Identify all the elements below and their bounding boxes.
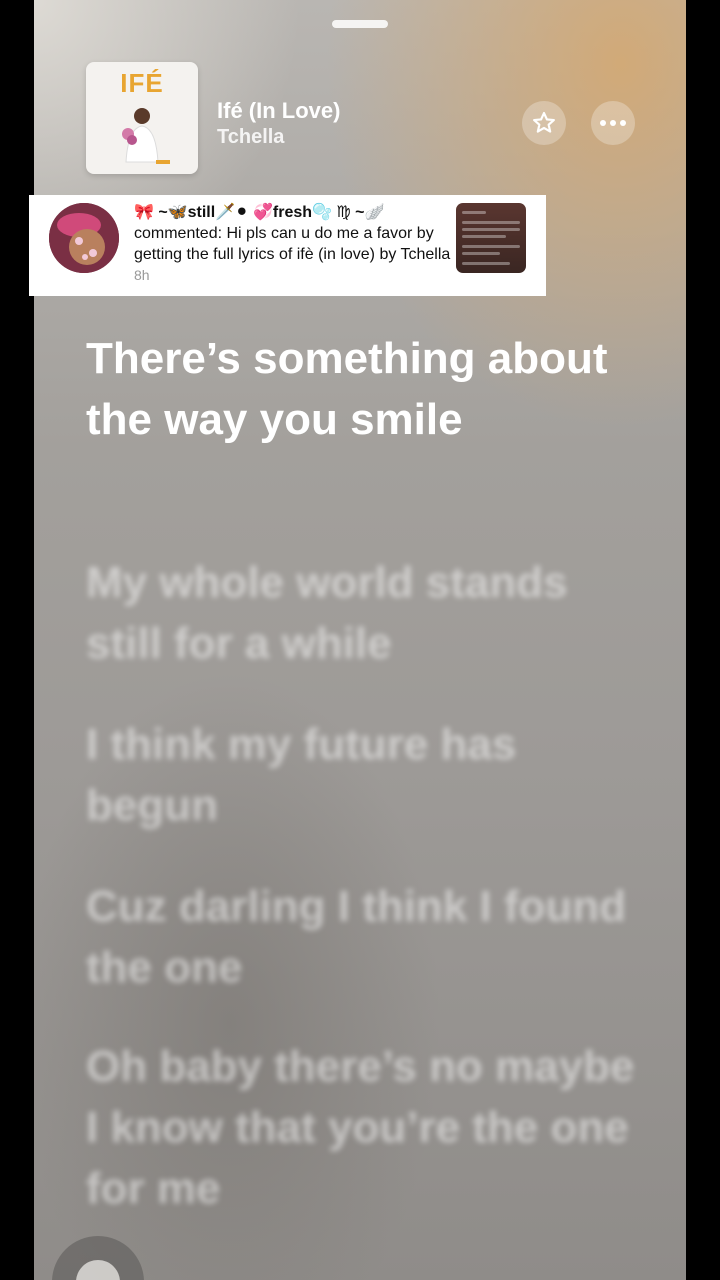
lyric-line[interactable]: I think my future has begun (86, 714, 646, 836)
ellipsis-icon (600, 120, 626, 126)
lyric-line[interactable]: Cuz darling I think I found the one (86, 876, 646, 998)
assistive-touch-button[interactable] (52, 1236, 144, 1280)
comment-text: 🎀 ~🦋still🗡️⚫ 💞fresh🫧 ♍ ~🪽 commented: Hi … (134, 202, 454, 286)
commented-video-thumbnail[interactable] (456, 203, 526, 273)
comment-time: 8h (134, 267, 150, 283)
commenter-name[interactable]: 🎀 ~🦋still🗡️⚫ 💞fresh🫧 ♍ ~🪽 (134, 204, 384, 221)
lyrics-screen: IFÉ Ifé (In Love) Tchella There’s someth… (34, 0, 686, 1280)
song-title: Ifé (In Love) (217, 98, 341, 123)
comment-card[interactable]: 🎀 ~🦋still🗡️⚫ 💞fresh🫧 ♍ ~🪽 commented: Hi … (29, 195, 546, 296)
star-icon (533, 111, 555, 133)
more-button[interactable] (591, 101, 635, 145)
artwork-figure (122, 108, 170, 164)
comment-body: commented: Hi pls can u do me a favor by… (134, 225, 451, 263)
lyric-line[interactable]: My whole world stands still for a while (86, 552, 646, 674)
lyric-line[interactable]: Oh baby there’s no maybe I know that you… (86, 1036, 646, 1219)
lyric-line-active[interactable]: There’s something about the way you smil… (86, 328, 646, 450)
favorite-button[interactable] (522, 101, 566, 145)
album-artwork[interactable]: IFÉ (86, 62, 198, 174)
commenter-avatar[interactable] (49, 203, 119, 273)
sheet-grabber[interactable] (332, 20, 388, 28)
avatar-image (49, 203, 119, 273)
song-artist[interactable]: Tchella (217, 126, 284, 149)
